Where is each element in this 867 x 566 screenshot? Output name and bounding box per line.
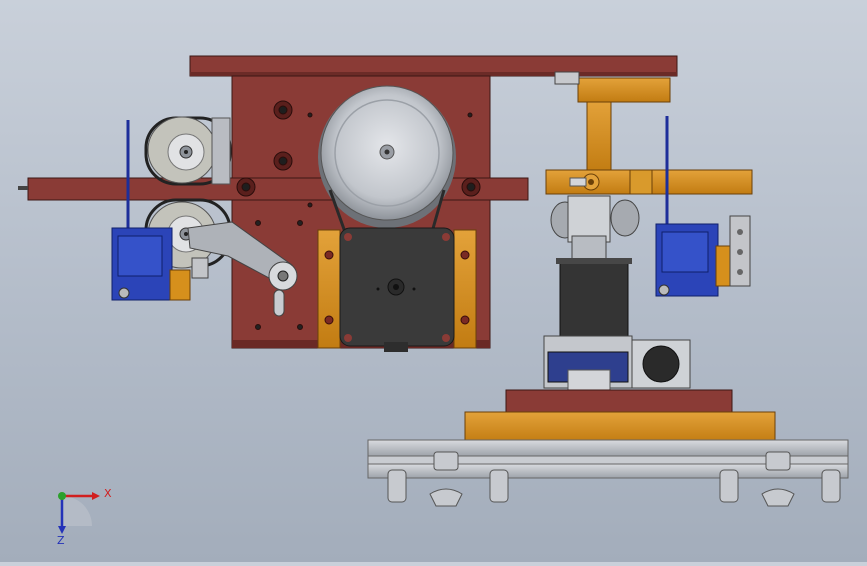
top-plate-edge xyxy=(190,72,677,76)
assembly-drawing[interactable]: X Z xyxy=(0,0,867,562)
stepper-motor-vertical[interactable] xyxy=(556,258,632,341)
horizontal-bar-tip xyxy=(18,186,28,190)
carriage-plate[interactable] xyxy=(505,389,733,413)
orange-column[interactable] xyxy=(586,99,612,173)
orange-base[interactable] xyxy=(464,411,776,443)
orange-arm[interactable] xyxy=(545,169,753,195)
linear-guide[interactable] xyxy=(543,335,691,393)
triad-z-label: Z xyxy=(57,534,65,547)
orange-top-block[interactable] xyxy=(577,77,671,103)
triad-x-label: X xyxy=(104,487,112,500)
motor-bracket-right[interactable] xyxy=(453,229,477,349)
limit-sensor-right[interactable] xyxy=(655,215,751,297)
motor-bracket-left[interactable] xyxy=(317,229,341,349)
cad-model-viewport[interactable]: X Z xyxy=(0,0,867,562)
idler-pulley-upper[interactable] xyxy=(144,116,232,186)
coordinate-triad: X Z xyxy=(57,487,112,547)
shaft-coupler[interactable] xyxy=(550,195,640,261)
small-top-block xyxy=(554,71,580,85)
stepper-motor-main[interactable] xyxy=(339,227,455,352)
horizontal-bar[interactable] xyxy=(27,177,529,201)
large-pulley[interactable] xyxy=(318,85,456,228)
